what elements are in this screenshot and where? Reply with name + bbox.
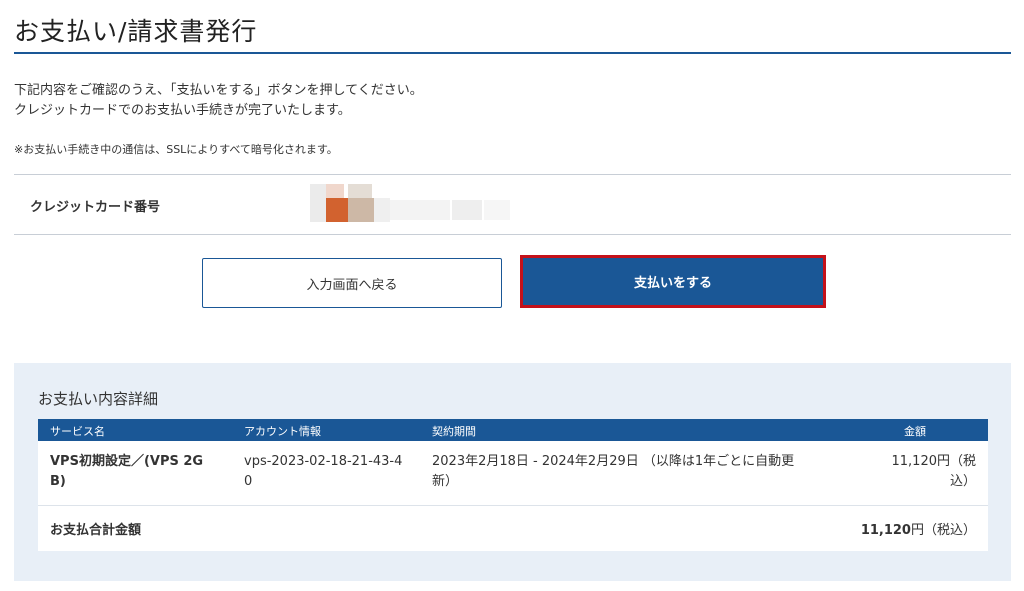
service-name-line-1: VPS初期設定／(VPS 2G xyxy=(50,454,204,469)
instruction-line-1: 下記内容をご確認のうえ、「支払いをする」ボタンを押してください。 xyxy=(14,83,423,98)
payment-details-title: お支払い内容詳細 xyxy=(38,390,159,408)
column-header-service: サービス名 xyxy=(50,425,105,438)
contract-period-line-2: 新） xyxy=(432,474,459,489)
service-name-line-2: B) xyxy=(50,474,66,489)
card-number-label: クレジットカード番号 xyxy=(30,200,161,215)
total-amount-unit: 円（税込） xyxy=(910,523,976,538)
service-name-cell: VPS初期設定／(VPS 2G B) xyxy=(50,452,203,492)
pay-button[interactable]: 支払いをする xyxy=(520,255,826,308)
amount-line-1: 11,120円（税 xyxy=(891,454,977,469)
account-info-line-1: vps-2023-02-18-21-43-4 xyxy=(244,454,403,469)
ssl-note: ※お支払い手続き中の通信は、SSLによりすべて暗号化されます。 xyxy=(14,143,338,156)
total-amount: 11,120円（税込） xyxy=(861,519,976,538)
table-header-row: サービス名 アカウント情報 契約期間 金額 xyxy=(38,419,988,441)
contract-period-line-1: 2023年2月18日 - 2024年2月29日 （以降は1年ごとに自動更 xyxy=(432,454,795,469)
column-header-period: 契約期間 xyxy=(432,425,476,438)
amount-line-2: 込） xyxy=(949,474,976,489)
column-header-amount: 金額 xyxy=(904,425,926,438)
title-divider xyxy=(14,52,1011,54)
instructions: 下記内容をご確認のうえ、「支払いをする」ボタンを押してください。 クレジットカー… xyxy=(14,81,423,121)
back-to-input-button[interactable]: 入力画面へ戻る xyxy=(202,258,502,308)
page-title: お支払い/請求書発行 xyxy=(14,17,258,46)
column-header-account: アカウント情報 xyxy=(244,425,321,438)
total-label: お支払合計金額 xyxy=(50,523,142,538)
total-row: お支払合計金額 11,120円（税込） xyxy=(38,506,988,551)
payment-details-table: サービス名 アカウント情報 契約期間 金額 VPS初期設定／(VPS 2G B)… xyxy=(38,419,988,551)
table-row: VPS初期設定／(VPS 2G B) vps-2023-02-18-21-43-… xyxy=(38,441,988,506)
contract-period-cell: 2023年2月18日 - 2024年2月29日 （以降は1年ごとに自動更 新） xyxy=(432,452,794,492)
account-info-line-2: 0 xyxy=(244,474,253,489)
total-amount-value: 11,120 xyxy=(860,523,911,538)
account-info-cell: vps-2023-02-18-21-43-4 0 xyxy=(244,452,402,492)
payment-details-panel: お支払い内容詳細 サービス名 アカウント情報 契約期間 金額 VPS初期設定／(… xyxy=(14,363,1011,581)
card-number-section: クレジットカード番号 xyxy=(14,174,1011,235)
amount-cell: 11,120円（税 込） xyxy=(892,452,977,492)
card-number-masked-value xyxy=(310,184,510,222)
instruction-line-2: クレジットカードでのお支払い手続きが完了いたします。 xyxy=(14,103,351,118)
